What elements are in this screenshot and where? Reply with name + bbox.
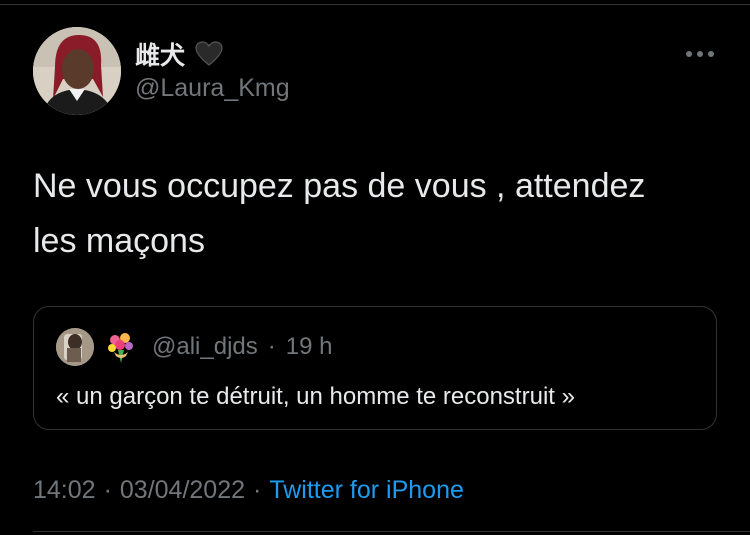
tweet-time[interactable]: 14:02 bbox=[33, 476, 96, 505]
top-divider bbox=[0, 4, 750, 5]
author-handle[interactable]: @Laura_Kmg bbox=[135, 74, 290, 103]
bouquet-icon bbox=[104, 330, 138, 364]
quoted-author-avatar bbox=[56, 328, 94, 366]
quoted-author-handle[interactable]: @ali_djds bbox=[152, 333, 258, 361]
bottom-divider bbox=[33, 531, 750, 532]
quoted-separator: · bbox=[267, 333, 276, 360]
author-display-name[interactable]: 雌犬 bbox=[135, 36, 185, 72]
author-name-row: 雌犬 bbox=[135, 38, 223, 70]
tweet-metadata: 14:02 · 03/04/2022 · Twitter for iPhone bbox=[33, 476, 464, 505]
more-options-button[interactable] bbox=[680, 40, 720, 68]
quoted-tweet-card[interactable]: @ali_djds · 19 h « un garçon te détruit,… bbox=[33, 306, 717, 430]
tweet-source-link[interactable]: Twitter for iPhone bbox=[269, 476, 464, 505]
quoted-tweet-header: @ali_djds · 19 h bbox=[56, 327, 332, 367]
tweet-date[interactable]: 03/04/2022 bbox=[120, 476, 245, 505]
quoted-timestamp[interactable]: 19 h bbox=[286, 333, 333, 361]
author-avatar[interactable] bbox=[33, 27, 121, 115]
meta-separator: · bbox=[253, 476, 262, 504]
tweet-text: Ne vous occupez pas de vous , attendez l… bbox=[33, 167, 646, 260]
avatar-image bbox=[33, 27, 121, 115]
more-dots-icon bbox=[686, 51, 714, 57]
quoted-tweet-text: « un garçon te détruit, un homme te reco… bbox=[56, 383, 575, 410]
black-heart-icon bbox=[195, 41, 223, 67]
meta-separator: · bbox=[103, 476, 112, 504]
quoted-avatar-image bbox=[56, 328, 94, 366]
